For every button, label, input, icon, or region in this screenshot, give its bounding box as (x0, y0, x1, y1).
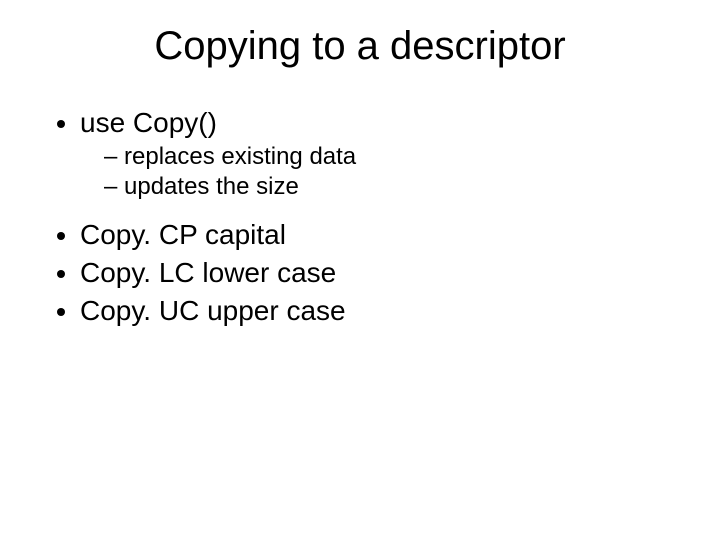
bullet-item: Copy. UC upper case (80, 295, 680, 327)
sub-bullet-item: replaces existing data (104, 143, 680, 171)
bullet-item: Copy. LC lower case (80, 257, 680, 289)
bullet-item: use Copy() replaces existing data update… (80, 107, 680, 201)
sub-bullet-item: updates the size (104, 173, 680, 201)
sub-bullet-text: updates the size (124, 173, 299, 200)
bullet-list: use Copy() replaces existing data update… (40, 107, 680, 327)
bullet-text: Copy. LC lower case (80, 257, 336, 288)
bullet-text: Copy. UC upper case (80, 295, 346, 326)
bullet-text: Copy. CP capital (80, 219, 286, 250)
slide-title: Copying to a descriptor (40, 24, 680, 69)
bullet-item: Copy. CP capital (80, 219, 680, 251)
sub-bullet-list: replaces existing data updates the size (80, 143, 680, 201)
sub-bullet-text: replaces existing data (124, 143, 356, 170)
bullet-text: use Copy() (80, 107, 217, 138)
slide: Copying to a descriptor use Copy() repla… (0, 0, 720, 540)
